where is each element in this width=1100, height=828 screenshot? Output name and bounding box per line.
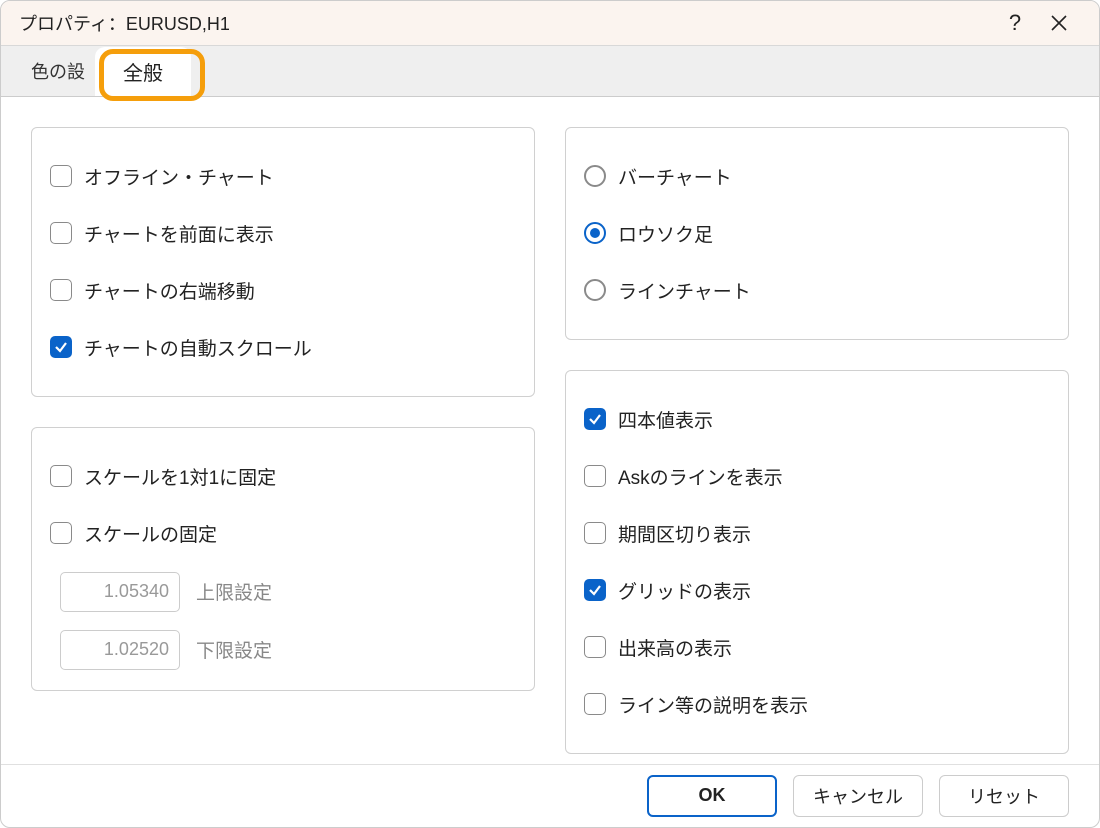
checkbox-icon	[50, 222, 72, 244]
check-label: 四本値表示	[618, 406, 713, 433]
radio-candlestick[interactable]: ロウソク足	[584, 205, 1050, 262]
upper-limit-input[interactable]	[60, 572, 180, 612]
check-scale-1to1[interactable]: スケールを1対1に固定	[50, 448, 516, 505]
content-area: オフライン・チャート チャートを前面に表示 チャートの右端移動 チャートの自動ス…	[1, 97, 1099, 764]
close-icon	[1050, 14, 1068, 32]
tab-colors[interactable]: 色の設	[21, 58, 95, 84]
check-volumes[interactable]: 出来高の表示	[584, 619, 1050, 676]
check-ask-line[interactable]: Askのラインを表示	[584, 448, 1050, 505]
check-ohlc[interactable]: 四本値表示	[584, 391, 1050, 448]
scale-inputs: 上限設定 下限設定	[50, 572, 516, 670]
close-button[interactable]	[1037, 1, 1081, 45]
radio-icon	[584, 222, 606, 244]
check-label: グリッドの表示	[618, 577, 751, 604]
cancel-button[interactable]: キャンセル	[793, 775, 923, 817]
chart-options-group: オフライン・チャート チャートを前面に表示 チャートの右端移動 チャートの自動ス…	[31, 127, 535, 397]
radio-icon	[584, 279, 606, 301]
checkbox-icon	[584, 465, 606, 487]
checkbox-icon	[50, 279, 72, 301]
radio-label: ロウソク足	[618, 220, 713, 247]
check-label: スケールを1対1に固定	[84, 463, 276, 490]
check-chart-shift[interactable]: チャートの右端移動	[50, 262, 516, 319]
checkbox-icon	[50, 165, 72, 187]
check-label: ライン等の説明を表示	[618, 691, 808, 718]
tab-general[interactable]: 全般	[95, 47, 191, 96]
check-offline-chart[interactable]: オフライン・チャート	[50, 148, 516, 205]
display-options-group: 四本値表示 Askのラインを表示 期間区切り表示 グリッドの表示 出来高の表示	[565, 370, 1069, 754]
radio-bar-chart[interactable]: バーチャート	[584, 148, 1050, 205]
check-label: オフライン・チャート	[84, 163, 274, 190]
reset-button[interactable]: リセット	[939, 775, 1069, 817]
checkbox-icon	[50, 465, 72, 487]
lower-limit-label: 下限設定	[196, 636, 272, 663]
check-scale-fix[interactable]: スケールの固定	[50, 505, 516, 562]
check-auto-scroll[interactable]: チャートの自動スクロール	[50, 319, 516, 376]
check-label: Askのラインを表示	[618, 463, 783, 490]
scale-group: スケールを1対1に固定 スケールの固定 上限設定 下限設定	[31, 427, 535, 691]
checkbox-icon	[584, 636, 606, 658]
check-chart-foreground[interactable]: チャートを前面に表示	[50, 205, 516, 262]
right-column: バーチャート ロウソク足 ラインチャート 四本値表示 As	[565, 127, 1069, 754]
checkbox-icon	[584, 579, 606, 601]
properties-dialog: プロパティ：EURUSD,H1 ? 色の設 全般 オフライン・チャート チャート…	[0, 0, 1100, 828]
radio-icon	[584, 165, 606, 187]
lower-limit-input[interactable]	[60, 630, 180, 670]
radio-label: バーチャート	[618, 163, 732, 190]
window-title: プロパティ：EURUSD,H1	[19, 10, 230, 36]
check-grid[interactable]: グリッドの表示	[584, 562, 1050, 619]
check-label: スケールの固定	[84, 520, 217, 547]
checkbox-icon	[584, 693, 606, 715]
tab-strip: 色の設 全般	[1, 46, 1099, 97]
help-button[interactable]: ?	[993, 1, 1037, 45]
dialog-footer: OK キャンセル リセット	[1, 764, 1099, 827]
checkbox-icon	[584, 408, 606, 430]
check-label: チャートを前面に表示	[84, 220, 274, 247]
check-period-separators[interactable]: 期間区切り表示	[584, 505, 1050, 562]
left-column: オフライン・チャート チャートを前面に表示 チャートの右端移動 チャートの自動ス…	[31, 127, 535, 754]
radio-line-chart[interactable]: ラインチャート	[584, 262, 1050, 319]
check-label: 出来高の表示	[618, 634, 732, 661]
checkbox-icon	[50, 522, 72, 544]
check-object-descriptions[interactable]: ライン等の説明を表示	[584, 676, 1050, 733]
chart-type-group: バーチャート ロウソク足 ラインチャート	[565, 127, 1069, 340]
radio-label: ラインチャート	[618, 277, 751, 304]
checkbox-icon	[50, 336, 72, 358]
ok-button[interactable]: OK	[647, 775, 777, 817]
upper-limit-label: 上限設定	[196, 578, 272, 605]
titlebar: プロパティ：EURUSD,H1 ?	[1, 1, 1099, 46]
checkbox-icon	[584, 522, 606, 544]
check-label: チャートの右端移動	[84, 277, 255, 304]
check-label: 期間区切り表示	[618, 520, 751, 547]
check-label: チャートの自動スクロール	[84, 334, 312, 361]
